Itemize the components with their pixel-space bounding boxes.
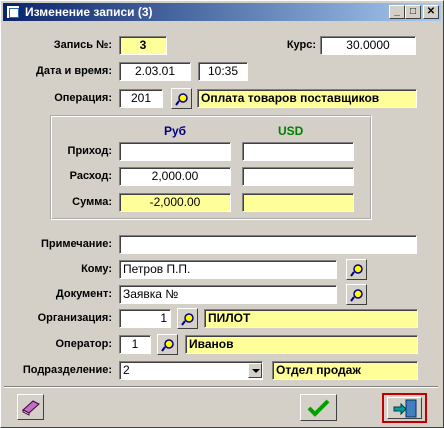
minimize-button[interactable]: _ (389, 5, 405, 19)
expense-usd-field[interactable] (242, 167, 354, 186)
sum-rub-field: -2,000.00 (119, 193, 231, 212)
time-field[interactable]: 10:35 (198, 62, 248, 81)
operator-code-field[interactable]: 1 (119, 335, 151, 354)
exit-door-icon (393, 399, 417, 418)
income-rub-field[interactable] (119, 142, 231, 161)
document-field[interactable]: Заявка № (119, 285, 337, 304)
organization-name-field: ПИЛОТ (204, 309, 418, 328)
sum-usd-field (242, 193, 354, 212)
operation-label: Операция: (54, 92, 112, 104)
department-select[interactable]: 2 (119, 361, 263, 380)
sum-label: Сумма: (72, 196, 112, 208)
note-label: Примечание: (40, 238, 112, 250)
recipient-field[interactable]: Петров П.П. (119, 260, 337, 279)
income-usd-field[interactable] (242, 142, 354, 161)
department-label: Подразделение: (22, 364, 112, 376)
title-bar[interactable]: Изменение записи (3) _ □ ✕ (3, 3, 441, 21)
document-pick-button[interactable] (346, 284, 367, 305)
date-field[interactable]: 2.03.01 (119, 62, 191, 81)
recipient-label: Кому: (81, 263, 112, 275)
operation-code-field[interactable]: 201 (119, 89, 163, 108)
organization-pick-button[interactable] (177, 308, 198, 329)
record-number-field: 3 (119, 36, 167, 55)
operator-pick-button[interactable] (157, 334, 178, 355)
close-button[interactable]: ✕ (423, 5, 439, 19)
record-label: Запись №: (53, 39, 112, 51)
expense-label: Расход: (69, 170, 112, 182)
rub-column-header: Руб (164, 124, 187, 138)
rate-field[interactable]: 30.0000 (320, 36, 416, 55)
department-name-field: Отдел продаж (272, 361, 418, 380)
income-label: Приход: (67, 145, 112, 157)
organization-label: Организация: (37, 312, 112, 324)
organization-code-field[interactable]: 1 (119, 309, 171, 328)
app-icon (6, 5, 20, 19)
ok-button[interactable] (300, 394, 337, 421)
operation-pick-button[interactable] (171, 88, 192, 109)
checkmark-icon (307, 399, 330, 417)
book-icon (22, 400, 40, 416)
operator-label: Оператор: (55, 338, 113, 350)
note-field[interactable] (119, 235, 417, 254)
magnifier-pick-icon (350, 289, 363, 302)
window-title: Изменение записи (3) (25, 5, 153, 19)
datetime-label: Дата и время: (35, 65, 112, 77)
magnifier-pick-icon (161, 339, 174, 352)
expense-rub-field[interactable]: 2,000.00 (119, 167, 231, 186)
usd-column-header: USD (278, 124, 304, 138)
magnifier-pick-icon (181, 313, 194, 326)
separator (4, 386, 438, 388)
magnifier-pick-icon (350, 264, 363, 277)
exit-button[interactable] (382, 393, 427, 423)
magnifier-pick-icon (175, 93, 188, 106)
operation-name-field: Оплата товаров поставщиков (197, 89, 417, 108)
operator-name-field: Иванов (185, 335, 418, 354)
document-label: Документ: (55, 288, 112, 300)
recipient-pick-button[interactable] (346, 259, 367, 280)
maximize-button[interactable]: □ (405, 5, 421, 19)
rate-label: Курс: (286, 39, 316, 51)
chevron-down-icon[interactable] (248, 363, 262, 378)
help-button[interactable] (17, 394, 44, 420)
